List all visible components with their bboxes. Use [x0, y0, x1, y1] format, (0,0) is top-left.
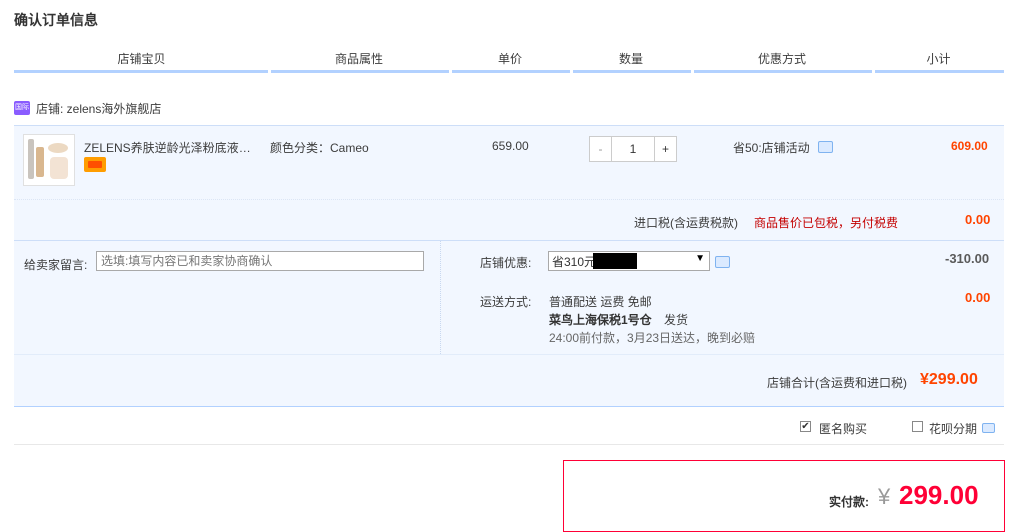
column-header-row: 店铺宝贝 商品属性 单价 数量 优惠方式 小计 — [14, 48, 1004, 70]
column-header-price: 单价 — [497, 52, 522, 66]
product-attribute: 颜色分类：Cameo — [270, 141, 369, 155]
discount-method: 省50:店铺活动 — [733, 141, 810, 155]
product-title-link[interactable]: ZELENS养肤逆龄光泽粉底液持久遮瑕 — [84, 139, 259, 156]
quantity-stepper: - 1 + — [589, 136, 677, 162]
header-gap — [691, 70, 694, 73]
huabei-label[interactable]: 花呗分期 — [929, 420, 977, 437]
payment-label: 实付款: — [829, 495, 869, 509]
shipping-method: 普通配送 运费 免邮 — [549, 295, 652, 309]
page-title: 确认订单信息 — [14, 12, 98, 28]
column-header-subtotal: 小计 — [926, 52, 951, 66]
anonymous-label[interactable]: 匿名购买 — [819, 420, 867, 437]
import-tax-value: 0.00 — [965, 212, 991, 227]
import-tax-label: 进口税(含运费税款) — [634, 216, 738, 230]
credit-card-icon — [84, 157, 106, 172]
product-thumbnail[interactable] — [23, 134, 75, 186]
header-gap — [268, 70, 271, 73]
shipping-fee-value: 0.00 — [965, 290, 991, 305]
header-gap — [570, 70, 573, 73]
shop-coupon-value: -310.00 — [945, 251, 990, 266]
chat-icon[interactable] — [818, 141, 833, 153]
column-header-attr: 商品属性 — [334, 52, 383, 66]
seller-message-label: 给卖家留言: — [24, 258, 88, 272]
currency-symbol: ¥ — [878, 484, 891, 509]
shop-total-label: 店铺合计(含运费和进口税) — [767, 376, 907, 390]
section-divider — [14, 444, 1004, 445]
quantity-input[interactable]: 1 — [612, 137, 654, 161]
unit-price: 659.00 — [492, 139, 529, 153]
delivery-promise: 24:00前付款，3月23日送达，晚到必赔 — [549, 331, 756, 345]
column-header-qty: 数量 — [618, 52, 643, 66]
huabei-checkbox[interactable] — [912, 421, 923, 432]
item-subtotal: 609.00 — [951, 139, 988, 153]
shop-name-link[interactable]: 店铺: zelens海外旗舰店 — [36, 100, 161, 117]
shop-coupon-label: 店铺优惠: — [480, 256, 532, 270]
shipping-method-label: 运送方式: — [480, 295, 532, 309]
shop-total-value: ¥299.00 — [920, 371, 978, 388]
header-divider — [14, 70, 1004, 73]
anonymous-checkbox[interactable]: ✔ — [800, 421, 811, 432]
shop-coupon-select[interactable]: 省310元: ▼ — [548, 251, 710, 271]
quantity-minus-button[interactable]: - — [590, 137, 612, 161]
seller-message-input[interactable] — [96, 251, 424, 271]
column-header-item: 店铺宝贝 — [117, 52, 166, 66]
chat-icon[interactable] — [715, 256, 730, 268]
column-header-discount: 优惠方式 — [757, 52, 806, 66]
shipping-warehouse-note: 发货 — [664, 313, 689, 327]
quantity-plus-button[interactable]: + — [654, 137, 676, 161]
import-tax-note: 商品售价已包税，另付税费 — [754, 216, 899, 230]
dropdown-arrow-icon: ▼ — [695, 253, 705, 264]
header-gap — [449, 70, 452, 73]
header-gap — [872, 70, 875, 73]
options-divider — [440, 241, 442, 354]
redacted-block — [593, 253, 637, 269]
payment-amount: 299.00 — [899, 480, 979, 510]
item-divider — [14, 199, 1004, 201]
tmall-global-shop-icon: 国际 — [14, 101, 30, 115]
chat-icon[interactable] — [982, 423, 995, 433]
shipping-warehouse: 菜鸟上海保税1号仓 — [549, 313, 652, 327]
